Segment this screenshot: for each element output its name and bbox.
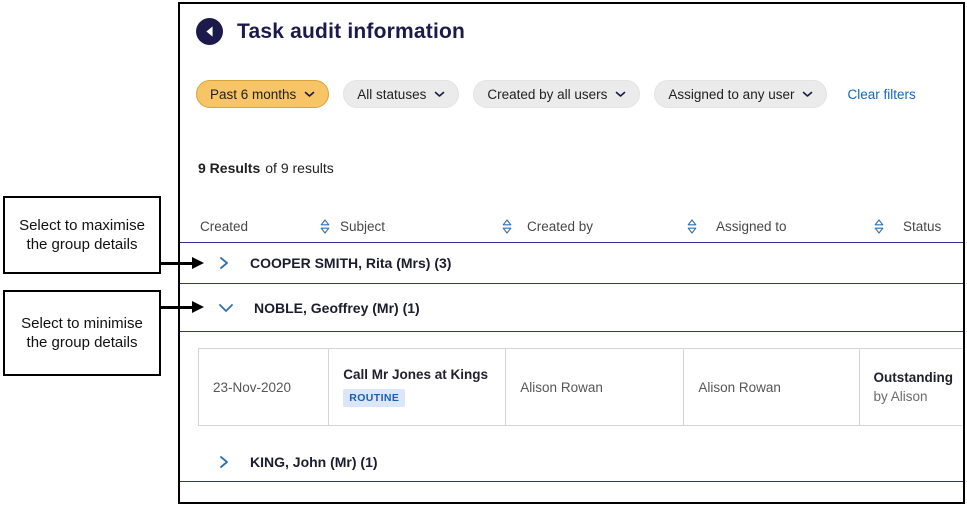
task-audit-panel: Task audit information Past 6 months All… bbox=[178, 2, 965, 504]
sort-icon[interactable] bbox=[687, 219, 697, 234]
cell-created: 23-Nov-2020 bbox=[199, 349, 329, 425]
cell-status: Outstanding by Alison bbox=[860, 349, 962, 425]
annotation-minimise-note: Select to minimise the group details bbox=[3, 290, 161, 376]
status-value: Outstanding bbox=[874, 370, 949, 385]
arrow-head-icon bbox=[192, 257, 204, 269]
column-label: Subject bbox=[340, 219, 385, 234]
arrow-shaft bbox=[160, 262, 193, 265]
group-name: KING, John (Mr) (1) bbox=[250, 454, 378, 470]
created-date: 23-Nov-2020 bbox=[213, 380, 314, 395]
filter-bar: Past 6 months All statuses Created by al… bbox=[196, 80, 916, 108]
chevron-down-icon bbox=[304, 91, 315, 98]
results-count: 9 Results bbox=[198, 160, 260, 176]
column-header-created-by[interactable]: Created by bbox=[527, 210, 697, 242]
filter-chip-assigned-to[interactable]: Assigned to any user bbox=[654, 80, 827, 108]
chevron-down-icon bbox=[802, 91, 813, 98]
column-header-created[interactable]: Created bbox=[200, 210, 330, 242]
created-by-name: Alison Rowan bbox=[520, 380, 669, 395]
results-suffix: of 9 results bbox=[265, 160, 333, 176]
group-name: COOPER SMITH, Rita (Mrs) (3) bbox=[250, 255, 451, 271]
chevron-right-icon[interactable] bbox=[218, 256, 230, 270]
chevron-down-icon[interactable] bbox=[218, 302, 234, 314]
clear-filters-link[interactable]: Clear filters bbox=[847, 87, 915, 102]
assigned-to-name: Alison Rowan bbox=[698, 380, 844, 395]
back-button[interactable] bbox=[196, 18, 223, 45]
filter-chip-status[interactable]: All statuses bbox=[343, 80, 459, 108]
task-detail-row[interactable]: 23-Nov-2020 Call Mr Jones at Kings ROUTI… bbox=[198, 348, 962, 426]
column-label: Assigned to bbox=[716, 219, 787, 234]
column-header-assigned-to[interactable]: Assigned to bbox=[716, 210, 884, 242]
annotation-minimise-text: Select to minimise the group details bbox=[13, 314, 151, 353]
column-label: Created by bbox=[527, 219, 593, 234]
screenshot-canvas: Select to maximise the group details Sel… bbox=[0, 0, 967, 506]
cell-assigned-to: Alison Rowan bbox=[684, 349, 859, 425]
annotation-maximise-note: Select to maximise the group details bbox=[3, 196, 161, 274]
chevron-down-icon bbox=[434, 91, 445, 98]
annotation-arrow-maximise bbox=[160, 257, 204, 270]
column-header-status[interactable]: Status bbox=[903, 210, 963, 242]
arrow-shaft bbox=[160, 306, 193, 309]
chevron-right-icon[interactable] bbox=[218, 455, 230, 469]
group-row-cooper-smith[interactable]: COOPER SMITH, Rita (Mrs) (3) bbox=[180, 243, 963, 284]
filter-chip-date-range[interactable]: Past 6 months bbox=[196, 80, 329, 108]
cell-subject: Call Mr Jones at Kings ROUTINE bbox=[329, 349, 506, 425]
column-label: Created bbox=[200, 219, 248, 234]
annotation-maximise-text: Select to maximise the group details bbox=[13, 216, 151, 255]
filter-chip-label: Created by all users bbox=[487, 87, 607, 102]
arrow-left-icon bbox=[202, 24, 217, 39]
table-header-row: Created Subject Created by Assigned to bbox=[180, 210, 963, 243]
filter-chip-created-by[interactable]: Created by all users bbox=[473, 80, 640, 108]
page-title: Task audit information bbox=[237, 20, 465, 44]
priority-badge: ROUTINE bbox=[343, 389, 405, 407]
sort-icon[interactable] bbox=[502, 219, 512, 234]
filter-chip-label: Past 6 months bbox=[210, 87, 296, 102]
status-subtext: by Alison bbox=[874, 389, 949, 404]
filter-chip-label: Assigned to any user bbox=[668, 87, 794, 102]
results-summary: 9 Results of 9 results bbox=[198, 160, 334, 176]
group-row-noble[interactable]: NOBLE, Geoffrey (Mr) (1) bbox=[180, 284, 963, 332]
group-name: NOBLE, Geoffrey (Mr) (1) bbox=[254, 300, 420, 316]
sort-icon[interactable] bbox=[874, 219, 884, 234]
sort-icon[interactable] bbox=[320, 219, 330, 234]
chevron-down-icon bbox=[615, 91, 626, 98]
cell-created-by: Alison Rowan bbox=[506, 349, 684, 425]
panel-header: Task audit information bbox=[196, 18, 465, 45]
group-row-king[interactable]: KING, John (Mr) (1) bbox=[180, 442, 963, 482]
annotation-arrow-minimise bbox=[160, 301, 204, 314]
filter-chip-label: All statuses bbox=[357, 87, 426, 102]
arrow-head-icon bbox=[192, 301, 204, 313]
column-header-subject[interactable]: Subject bbox=[340, 210, 512, 242]
task-subject: Call Mr Jones at Kings bbox=[343, 367, 491, 382]
column-label: Status bbox=[903, 219, 941, 234]
